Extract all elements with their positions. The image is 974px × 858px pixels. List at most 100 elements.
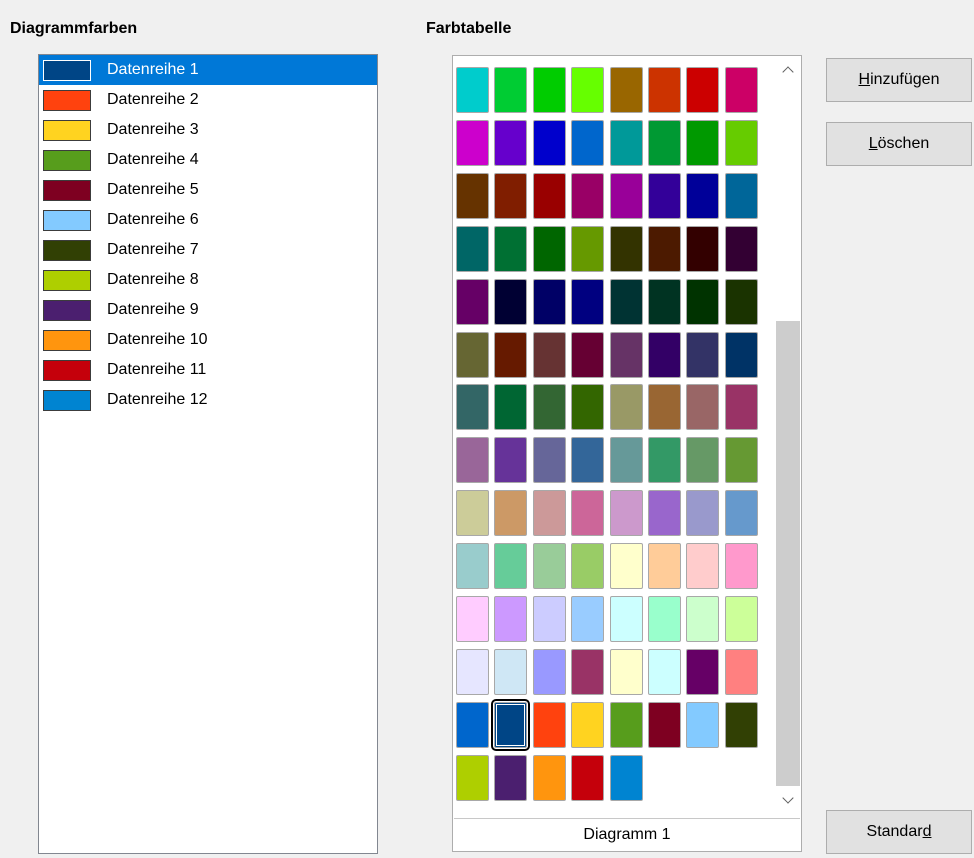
palette-swatch[interactable] <box>686 172 720 219</box>
palette-swatch[interactable] <box>532 437 566 484</box>
palette-swatch[interactable] <box>724 543 758 590</box>
palette-swatch[interactable] <box>648 648 681 695</box>
palette-swatch[interactable] <box>456 648 489 695</box>
palette-swatch[interactable] <box>456 701 489 748</box>
palette-swatch[interactable] <box>724 490 758 537</box>
palette-swatch[interactable] <box>456 754 489 801</box>
palette-swatch[interactable] <box>494 596 528 642</box>
palette-swatch[interactable] <box>494 67 528 113</box>
palette-swatch[interactable] <box>532 225 566 272</box>
delete-button[interactable]: Löschen <box>826 122 972 166</box>
series-row[interactable]: Datenreihe 10 <box>39 325 377 355</box>
palette-swatch[interactable] <box>571 67 605 113</box>
palette-swatch[interactable] <box>571 648 605 695</box>
palette-swatch[interactable] <box>571 596 605 642</box>
palette-swatch[interactable] <box>686 543 720 590</box>
palette-swatch[interactable] <box>532 701 566 748</box>
palette-swatch[interactable] <box>648 384 681 431</box>
palette-swatch[interactable] <box>648 701 681 748</box>
palette-swatch[interactable] <box>609 543 643 590</box>
palette-swatch[interactable] <box>494 490 528 537</box>
palette-swatch[interactable] <box>494 543 528 590</box>
palette-swatch[interactable] <box>686 119 720 166</box>
palette-swatch[interactable] <box>571 543 605 590</box>
palette-swatch[interactable] <box>456 331 489 378</box>
palette-swatch[interactable] <box>494 225 528 272</box>
palette-swatch[interactable] <box>609 67 643 113</box>
palette-swatch[interactable] <box>532 172 566 219</box>
series-row[interactable]: Datenreihe 9 <box>39 295 377 325</box>
palette-swatch[interactable] <box>456 67 489 113</box>
palette-swatch[interactable] <box>571 384 605 431</box>
palette-swatch[interactable] <box>456 278 489 325</box>
palette-swatch[interactable] <box>686 67 720 113</box>
palette-swatch[interactable] <box>494 119 528 166</box>
palette-swatch[interactable] <box>532 596 566 642</box>
palette-swatch[interactable] <box>648 490 681 537</box>
palette-swatch[interactable] <box>724 67 758 113</box>
palette-swatch[interactable] <box>609 278 643 325</box>
palette-swatch[interactable] <box>609 119 643 166</box>
palette-swatch[interactable] <box>724 172 758 219</box>
palette-swatch[interactable] <box>532 490 566 537</box>
palette-swatch[interactable] <box>648 278 681 325</box>
chart-series-list[interactable]: Datenreihe 1 Datenreihe 2 Datenreihe 3 Date… <box>38 54 378 854</box>
palette-swatch[interactable] <box>456 596 489 642</box>
palette-swatch[interactable] <box>648 331 681 378</box>
series-row[interactable]: Datenreihe 4 <box>39 145 377 175</box>
palette-swatch[interactable] <box>686 331 720 378</box>
series-row[interactable]: Datenreihe 6 <box>39 205 377 235</box>
palette-swatch[interactable] <box>686 437 720 484</box>
palette-swatch[interactable] <box>724 278 758 325</box>
palette-swatch[interactable] <box>686 648 720 695</box>
scroll-up-button[interactable] <box>776 56 800 84</box>
palette-swatch[interactable] <box>571 490 605 537</box>
series-row[interactable]: Datenreihe 2 <box>39 85 377 115</box>
palette-swatch[interactable] <box>609 701 643 748</box>
series-row[interactable]: Datenreihe 1 <box>39 55 377 85</box>
palette-swatch[interactable] <box>609 172 643 219</box>
palette-swatch[interactable] <box>648 172 681 219</box>
series-row[interactable]: Datenreihe 12 <box>39 385 377 415</box>
palette-swatch[interactable] <box>609 437 643 484</box>
palette-swatch[interactable] <box>609 384 643 431</box>
palette-swatch[interactable] <box>532 67 566 113</box>
add-button[interactable]: Hinzufügen <box>826 58 972 102</box>
palette-swatch[interactable] <box>456 172 489 219</box>
palette-swatch[interactable] <box>686 384 720 431</box>
palette-swatch[interactable] <box>686 278 720 325</box>
palette-swatch[interactable] <box>648 543 681 590</box>
palette-swatch[interactable] <box>456 543 489 590</box>
palette-swatch[interactable] <box>532 119 566 166</box>
series-row[interactable]: Datenreihe 5 <box>39 175 377 205</box>
palette-swatch[interactable] <box>724 596 758 642</box>
series-row[interactable]: Datenreihe 7 <box>39 235 377 265</box>
palette-swatch[interactable] <box>648 596 681 642</box>
palette-swatch[interactable] <box>648 119 681 166</box>
series-row[interactable]: Datenreihe 3 <box>39 115 377 145</box>
palette-swatch[interactable] <box>571 754 605 801</box>
palette-swatch[interactable] <box>456 384 489 431</box>
palette-swatch[interactable] <box>456 490 489 537</box>
series-row[interactable]: Datenreihe 8 <box>39 265 377 295</box>
palette-swatch[interactable] <box>724 648 758 695</box>
palette-swatch[interactable] <box>609 331 643 378</box>
palette-swatch[interactable] <box>571 278 605 325</box>
palette-swatch[interactable] <box>648 67 681 113</box>
palette-swatch[interactable] <box>648 225 681 272</box>
palette-swatch[interactable] <box>609 754 643 801</box>
palette-swatch[interactable] <box>724 225 758 272</box>
palette-swatch[interactable] <box>724 384 758 431</box>
palette-swatch[interactable] <box>494 754 528 801</box>
palette-swatch[interactable] <box>494 437 528 484</box>
palette-swatch[interactable] <box>571 437 605 484</box>
palette-swatch[interactable] <box>494 648 528 695</box>
palette-swatch[interactable] <box>491 698 531 751</box>
palette-swatch[interactable] <box>532 331 566 378</box>
palette-swatch[interactable] <box>494 278 528 325</box>
palette-swatch[interactable] <box>686 225 720 272</box>
scroll-down-button[interactable] <box>776 786 800 814</box>
palette-swatch[interactable] <box>609 225 643 272</box>
palette-swatch[interactable] <box>456 225 489 272</box>
palette-swatch[interactable] <box>456 437 489 484</box>
